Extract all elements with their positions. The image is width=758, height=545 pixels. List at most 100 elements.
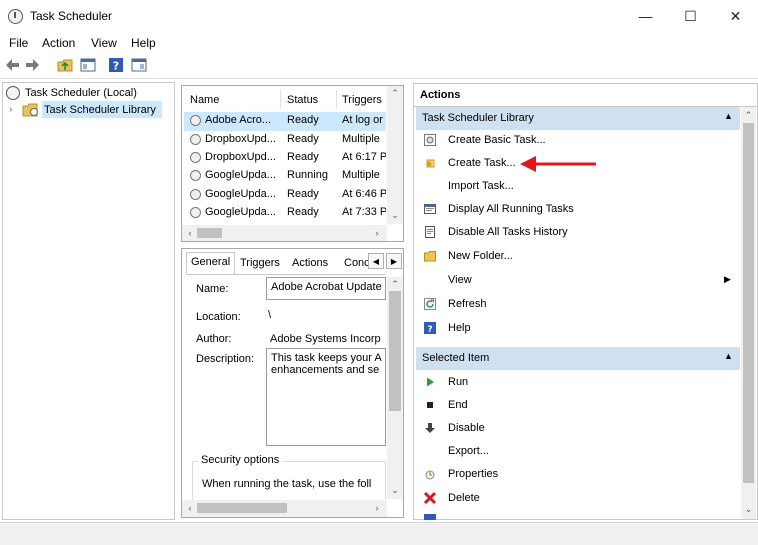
table-row[interactable]: GoogleUpda... Ready At 6:46 P	[184, 186, 386, 205]
scroll-up-icon[interactable]: ⌃	[741, 109, 756, 121]
action-end[interactable]: End	[416, 394, 736, 417]
scroll-right-icon[interactable]: ›	[371, 226, 383, 240]
table-row[interactable]: DropboxUpd... Ready At 6:17 P	[184, 149, 386, 168]
task-name: Adobe Acro...	[205, 114, 272, 126]
run-icon	[427, 377, 434, 387]
scroll-down-icon[interactable]: ⌄	[387, 208, 403, 222]
section-header-task-scheduler-library[interactable]: Task Scheduler Library ▲	[416, 107, 740, 130]
description-field[interactable]: This task keeps your A enhancements and …	[266, 348, 386, 446]
name-label: Name:	[196, 283, 229, 295]
details-horizontal-scrollbar[interactable]: ‹ ›	[182, 500, 387, 517]
help-icon: ?	[424, 322, 436, 334]
section-header-selected-item[interactable]: Selected Item ▲	[416, 347, 740, 370]
action-export[interactable]: Export...	[416, 440, 736, 463]
column-header-triggers[interactable]: Triggers	[342, 94, 382, 106]
task-list-vertical-scrollbar[interactable]: ⌃ ⌄	[387, 86, 403, 224]
scroll-down-icon[interactable]: ⌄	[387, 483, 403, 497]
task-name: GoogleUpda...	[205, 206, 276, 218]
task-status: Ready	[287, 151, 319, 163]
task-status: Ready	[287, 206, 319, 218]
tab-actions[interactable]: Actions	[288, 254, 332, 274]
location-label: Location:	[196, 311, 241, 323]
back-icon[interactable]	[5, 57, 21, 73]
task-clock-icon	[190, 134, 201, 145]
expand-chevron-icon[interactable]: ›	[9, 104, 12, 115]
show-hide-console-tree-icon[interactable]	[80, 57, 96, 73]
task-triggers: At 6:46 P	[342, 188, 386, 200]
location-value: \	[268, 309, 272, 321]
table-row[interactable]: Adobe Acro... Ready At log or	[184, 112, 386, 131]
help-icon[interactable]: ?	[108, 57, 124, 73]
create-task-icon	[426, 159, 435, 168]
section-title: Task Scheduler Library	[422, 112, 534, 124]
action-label: Create Basic Task...	[448, 134, 546, 146]
running-tasks-icon	[424, 204, 436, 214]
collapse-up-icon[interactable]: ▲	[724, 111, 733, 121]
clock-icon	[6, 86, 20, 100]
action-display-all-running-tasks[interactable]: Display All Running Tasks	[416, 198, 736, 221]
scroll-down-icon[interactable]: ⌄	[741, 503, 756, 515]
action-help[interactable]: ? Help	[416, 317, 736, 340]
properties-icon	[425, 470, 435, 480]
forward-icon[interactable]	[24, 57, 40, 73]
scroll-left-icon[interactable]: ‹	[184, 501, 196, 515]
action-new-folder[interactable]: New Folder...	[416, 245, 736, 268]
table-row[interactable]: GoogleUpda... Running Multiple	[184, 167, 386, 186]
task-name-field[interactable]: Adobe Acrobat Update	[266, 277, 386, 300]
menu-action[interactable]: Action	[42, 36, 75, 50]
description-label: Description:	[196, 353, 255, 365]
tab-general[interactable]: General	[186, 252, 236, 275]
up-folder-icon[interactable]	[57, 57, 73, 73]
task-triggers: At log or	[342, 114, 383, 126]
folder-clock-icon	[22, 103, 40, 117]
details-vertical-scrollbar[interactable]: ⌃ ⌄	[387, 277, 403, 499]
scroll-right-icon[interactable]: ›	[371, 501, 383, 515]
task-status: Ready	[287, 133, 319, 145]
scroll-left-icon[interactable]: ‹	[184, 226, 196, 240]
action-disable-all-tasks-history[interactable]: Disable All Tasks History	[416, 221, 736, 244]
disable-icon	[425, 423, 435, 433]
actions-vertical-scrollbar[interactable]: ⌃ ⌄	[741, 107, 756, 519]
action-disable[interactable]: Disable	[416, 417, 736, 440]
action-delete[interactable]: Delete	[416, 487, 736, 510]
scroll-up-icon[interactable]: ⌃	[387, 277, 403, 291]
tab-scroll-right-icon[interactable]: ▶	[386, 253, 402, 269]
task-status: Running	[287, 169, 328, 181]
menu-view[interactable]: View	[91, 36, 117, 50]
action-label: Create Task...	[448, 157, 516, 169]
action-view[interactable]: View ▶	[416, 269, 736, 292]
scroll-thumb[interactable]	[197, 228, 222, 238]
action-refresh[interactable]: Refresh	[416, 293, 736, 316]
action-run[interactable]: Run	[416, 371, 736, 394]
table-row[interactable]: DropboxUpd... Ready Multiple	[184, 131, 386, 150]
tab-triggers[interactable]: Triggers	[236, 254, 284, 274]
minimize-button[interactable]: —	[623, 0, 668, 32]
show-hide-action-pane-icon[interactable]	[131, 57, 147, 73]
action-create-basic-task[interactable]: Create Basic Task...	[416, 129, 736, 152]
action-import-task[interactable]: Import Task...	[416, 175, 736, 198]
action-label: Disable All Tasks History	[448, 226, 568, 238]
console-tree: Task Scheduler (Local) › Task Scheduler …	[2, 82, 175, 520]
task-clock-icon	[190, 189, 201, 200]
scroll-thumb[interactable]	[743, 123, 754, 483]
column-divider[interactable]	[280, 90, 281, 108]
tree-item-task-scheduler-library[interactable]: Task Scheduler Library	[44, 104, 156, 116]
column-header-status[interactable]: Status	[287, 94, 318, 106]
scroll-thumb[interactable]	[197, 503, 287, 513]
menu-file[interactable]: File	[9, 36, 28, 50]
column-header-name[interactable]: Name	[190, 94, 219, 106]
collapse-up-icon[interactable]: ▲	[724, 351, 733, 361]
action-properties[interactable]: Properties	[416, 463, 736, 486]
close-button[interactable]: ✕	[713, 0, 758, 32]
menu-help[interactable]: Help	[131, 36, 156, 50]
scroll-thumb[interactable]	[389, 291, 401, 411]
tree-root[interactable]: Task Scheduler (Local)	[25, 87, 137, 99]
scroll-up-icon[interactable]: ⌃	[387, 86, 403, 100]
maximize-button[interactable]: ☐	[668, 0, 713, 32]
column-divider[interactable]	[336, 90, 337, 108]
table-row[interactable]: GoogleUpda... Ready At 7:33 P	[184, 204, 386, 223]
task-list-horizontal-scrollbar[interactable]: ‹ ›	[182, 225, 387, 241]
action-label: Disable	[448, 422, 485, 434]
tab-scroll-left-icon[interactable]: ◀	[368, 253, 384, 269]
security-options-text: When running the task, use the foll	[202, 478, 372, 490]
